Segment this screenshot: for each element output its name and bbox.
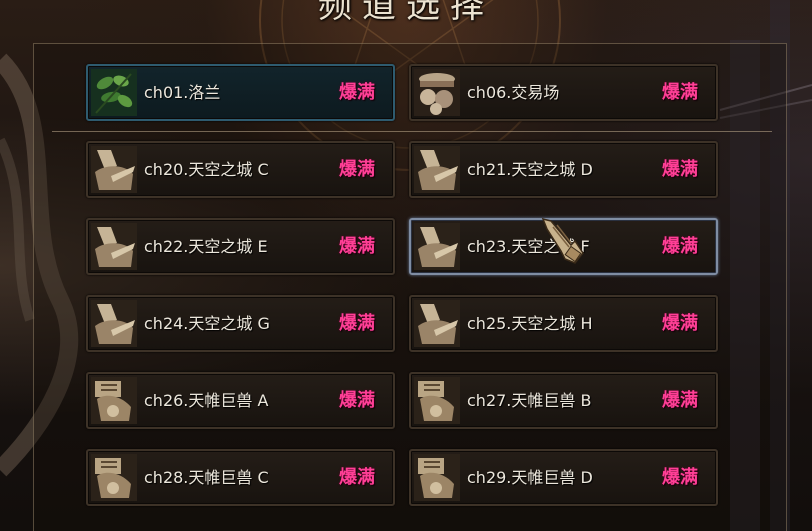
sky-castle-icon [414,300,460,347]
channel-item-ch25[interactable]: ch25.天空之城 H 爆满 [409,295,718,352]
channel-status: 爆满 [339,390,375,411]
channel-item-ch22[interactable]: ch22.天空之城 E 爆满 [86,218,395,275]
channel-name: ch24.天空之城 G [144,314,270,333]
giant-beast-icon [414,377,460,424]
channel-name: ch06.交易场 [467,83,560,102]
channel-name: ch26.天帷巨兽 A [144,391,269,410]
channel-name: ch29.天帷巨兽 D [467,468,593,487]
giant-beast-icon [91,377,137,424]
channel-item-ch21[interactable]: ch21.天空之城 D 爆满 [409,141,718,198]
trade-market-icon [414,69,460,116]
channel-name: ch28.天帷巨兽 C [144,468,269,487]
channel-status: 爆满 [339,467,375,488]
channel-status: 爆满 [339,82,375,103]
channel-status: 爆满 [662,159,698,180]
channel-item-ch26[interactable]: ch26.天帷巨兽 A 爆满 [86,372,395,429]
channel-name: ch21.天空之城 D [467,160,593,179]
channel-status: 爆满 [662,236,698,257]
sky-castle-icon [91,146,137,193]
forest-leaves-icon [91,69,137,116]
channel-status: 爆满 [662,467,698,488]
screen-title: 频道选择 [318,0,494,26]
sky-castle-icon [414,146,460,193]
channel-status: 爆满 [339,159,375,180]
channel-name: ch25.天空之城 H [467,314,593,333]
channel-item-ch24[interactable]: ch24.天空之城 G 爆满 [86,295,395,352]
sky-castle-icon [91,223,137,270]
channel-name: ch27.天帷巨兽 B [467,391,592,410]
channel-item-ch29[interactable]: ch29.天帷巨兽 D 爆满 [409,449,718,506]
channel-item-ch20[interactable]: ch20.天空之城 C 爆满 [86,141,395,198]
channel-name: ch22.天空之城 E [144,237,268,256]
channel-status: 爆满 [339,313,375,334]
channel-status: 爆满 [339,236,375,257]
channel-item-ch06[interactable]: ch06.交易场 爆满 [409,64,718,121]
giant-beast-icon [91,454,137,501]
channel-select-screen: 频道选择 ch01.洛兰 爆满 ch06.交易场 爆满 ch20.天空之城 C … [0,0,812,531]
channel-item-ch01[interactable]: ch01.洛兰 爆满 [86,64,395,121]
section-divider [52,131,772,132]
channel-name: ch01.洛兰 [144,83,221,102]
channel-name: ch20.天空之城 C [144,160,269,179]
channel-status: 爆满 [662,82,698,103]
sky-castle-icon [414,223,460,270]
sky-castle-icon [91,300,137,347]
giant-beast-icon [414,454,460,501]
channel-status: 爆满 [662,313,698,334]
channel-item-ch27[interactable]: ch27.天帷巨兽 B 爆满 [409,372,718,429]
gauntlet-cursor-icon [541,217,584,264]
channel-item-ch28[interactable]: ch28.天帷巨兽 C 爆满 [86,449,395,506]
channel-status: 爆满 [662,390,698,411]
